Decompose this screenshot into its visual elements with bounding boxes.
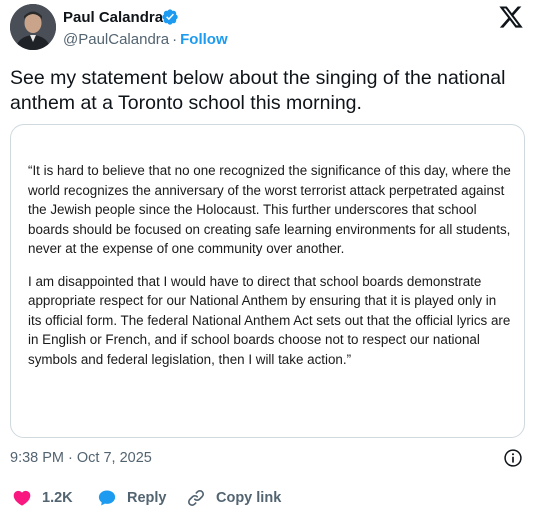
copy-link-button[interactable]: Copy link <box>186 488 281 508</box>
statement-image-card[interactable]: “It is hard to believe that no one recog… <box>10 124 525 438</box>
reply-label: Reply <box>127 490 167 506</box>
action-bar: 1.2K Reply Copy link <box>0 478 534 513</box>
statement-paragraph: I am disappointed that I would have to d… <box>28 273 511 367</box>
tweet-header: Paul Calandra @PaulCalandra · Follow <box>0 0 534 60</box>
handle-separator: · <box>172 31 178 48</box>
heart-icon <box>13 490 31 506</box>
tweet-timestamp[interactable]: 9:38 PM · Oct 7, 2025 <box>10 450 152 466</box>
copy-link-label: Copy link <box>216 490 282 506</box>
info-icon[interactable] <box>503 448 523 468</box>
tweet-text: See my statement below about the singing… <box>10 67 506 114</box>
follow-button[interactable]: Follow <box>180 31 228 48</box>
avatar[interactable] <box>10 4 56 50</box>
statement-text: “It is hard to believe that no one recog… <box>28 161 511 382</box>
verified-badge-icon <box>162 9 178 25</box>
author-name[interactable]: Paul Calandra <box>63 9 163 26</box>
x-logo-icon[interactable] <box>497 4 525 30</box>
author-handle[interactable]: @PaulCalandra <box>63 31 169 48</box>
link-icon <box>187 489 205 507</box>
avatar-portrait-icon <box>10 4 56 50</box>
reply-bubble-icon <box>98 490 116 506</box>
reply-button[interactable]: Reply <box>97 488 167 508</box>
like-count: 1.2K <box>42 490 73 506</box>
like-button[interactable]: 1.2K <box>12 488 73 508</box>
statement-paragraph: “It is hard to believe that no one recog… <box>28 163 511 256</box>
handle-row: @PaulCalandra · Follow <box>63 31 228 48</box>
